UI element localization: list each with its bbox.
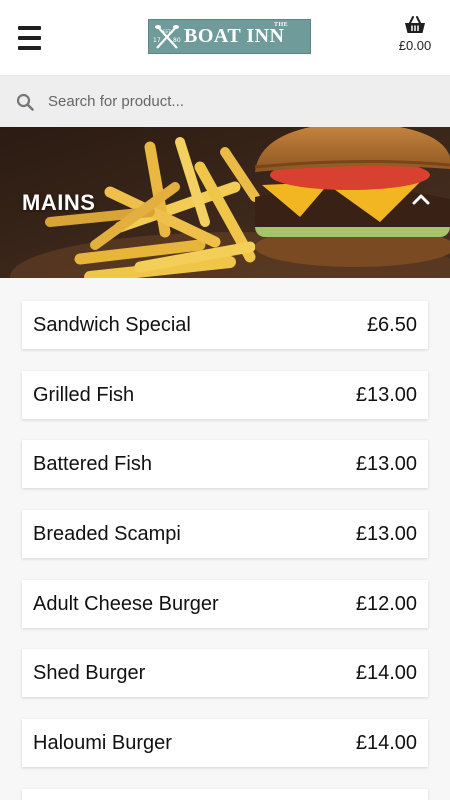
menu-item[interactable]: Battered Fish £13.00 [22, 440, 428, 488]
basket-icon [405, 16, 425, 33]
search-input[interactable] [48, 86, 428, 117]
menu-item-name: Grilled Fish [33, 383, 135, 406]
logo-est: EST [163, 29, 171, 34]
logo-wordmark: THE BOAT INN [184, 22, 289, 48]
menu-item-name: Haloumi Burger [33, 731, 172, 754]
menu-item[interactable]: Breaded Scampi £13.00 [22, 510, 428, 558]
menu-item-price: £14.00 [355, 731, 417, 754]
menu-item[interactable]: Sandwich Special £6.50 [22, 301, 428, 349]
menu-item[interactable]: Haloumi Burger £14.00 [22, 719, 428, 767]
menu-item[interactable]: Grilled Fish £13.00 [22, 371, 428, 419]
menu-item-price: £12.00 [355, 592, 417, 615]
menu-item-price: £14.00 [355, 661, 417, 684]
menu-item-price: £13.00 [355, 452, 417, 475]
menu-bar [18, 26, 41, 30]
search-icon [16, 93, 34, 111]
crossed-oars-icon: 17 80 EST [153, 24, 181, 49]
menu-item-name: Sandwich Special [33, 313, 191, 336]
menu-item-name: Adult Cheese Burger [33, 592, 219, 615]
logo-year-left: 17 [153, 37, 161, 44]
logo-name: BOAT INN [184, 25, 285, 47]
category-banner-mains[interactable]: MAINS [0, 127, 450, 278]
menu-item-price: £13.00 [355, 522, 417, 545]
basket-total: £0.00 [398, 38, 432, 53]
app-header: 17 80 EST THE BOAT INN £0.00 [0, 0, 450, 76]
menu-item-partial[interactable] [22, 789, 428, 800]
search-bar [0, 76, 450, 127]
menu-item-name: Breaded Scampi [33, 522, 181, 545]
menu-item[interactable]: Adult Cheese Burger £12.00 [22, 580, 428, 628]
menu-bar [18, 46, 41, 50]
menu-item-name: Battered Fish [33, 452, 152, 475]
logo-year-right: 80 [173, 37, 181, 44]
boat-inn-logo[interactable]: 17 80 EST THE BOAT INN [148, 19, 311, 54]
hamburger-menu-icon[interactable] [18, 26, 42, 50]
logo-the: THE [274, 22, 289, 28]
menu-item-price: £6.50 [366, 313, 417, 336]
category-title: MAINS [22, 190, 96, 215]
basket-button[interactable]: £0.00 [394, 16, 436, 53]
menu-item-name: Shed Burger [33, 661, 146, 684]
menu-item-price: £13.00 [355, 383, 417, 406]
menu-bar [18, 36, 41, 40]
menu-item[interactable]: Shed Burger £14.00 [22, 649, 428, 697]
chevron-up-icon[interactable] [412, 193, 430, 205]
